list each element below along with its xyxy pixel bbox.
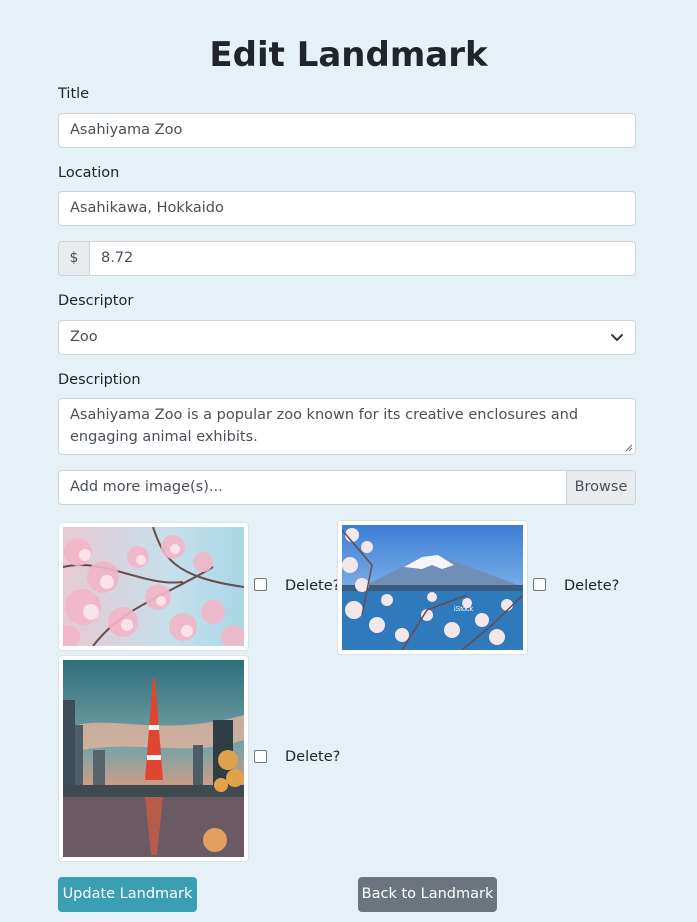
price-input[interactable]: 8.72 xyxy=(89,241,636,276)
title-input[interactable]: Asahiyama Zoo xyxy=(58,113,636,148)
image-thumbnail-mount-fuji: iStock xyxy=(337,520,528,655)
file-input-placeholder: Add more image(s)... xyxy=(70,479,223,495)
image-file-input[interactable]: Add more image(s)... Browse xyxy=(58,470,636,505)
description-text: Asahiyama Zoo is a popular zoo known for… xyxy=(70,407,579,445)
back-to-landmark-button[interactable]: Back to Landmark xyxy=(358,877,497,912)
update-landmark-button[interactable]: Update Landmark xyxy=(58,877,197,912)
descriptor-selected-value: Zoo xyxy=(70,329,98,345)
description-label: Description xyxy=(58,372,141,388)
image-thumbnail-cherry-blossoms xyxy=(58,522,249,651)
description-textarea[interactable]: Asahiyama Zoo is a popular zoo known for… xyxy=(58,398,636,455)
delete-image-label: Delete? xyxy=(564,578,620,594)
mount-fuji-photo: iStock xyxy=(342,525,523,650)
delete-image-label: Delete? xyxy=(285,749,341,765)
delete-image-checkbox[interactable] xyxy=(254,750,267,763)
tokyo-tower-photo xyxy=(63,660,244,857)
browse-button[interactable]: Browse xyxy=(566,471,635,504)
delete-image-label: Delete? xyxy=(285,578,341,594)
descriptor-label: Descriptor xyxy=(58,293,134,309)
delete-image-checkbox[interactable] xyxy=(533,578,546,591)
chevron-down-icon xyxy=(611,334,623,341)
resize-grip-icon[interactable] xyxy=(625,444,633,452)
location-label: Location xyxy=(58,165,120,181)
descriptor-select[interactable]: Zoo xyxy=(58,320,636,355)
title-label: Title xyxy=(58,86,90,102)
image-thumbnail-tokyo-tower xyxy=(58,655,249,862)
istock-watermark: iStock xyxy=(454,606,474,613)
price-currency-addon: $ xyxy=(58,241,90,276)
cherry-blossoms-photo xyxy=(63,527,244,646)
location-input[interactable]: Asahikawa, Hokkaido xyxy=(58,191,636,226)
delete-image-checkbox[interactable] xyxy=(254,578,267,591)
page-title: Edit Landmark xyxy=(209,35,488,75)
